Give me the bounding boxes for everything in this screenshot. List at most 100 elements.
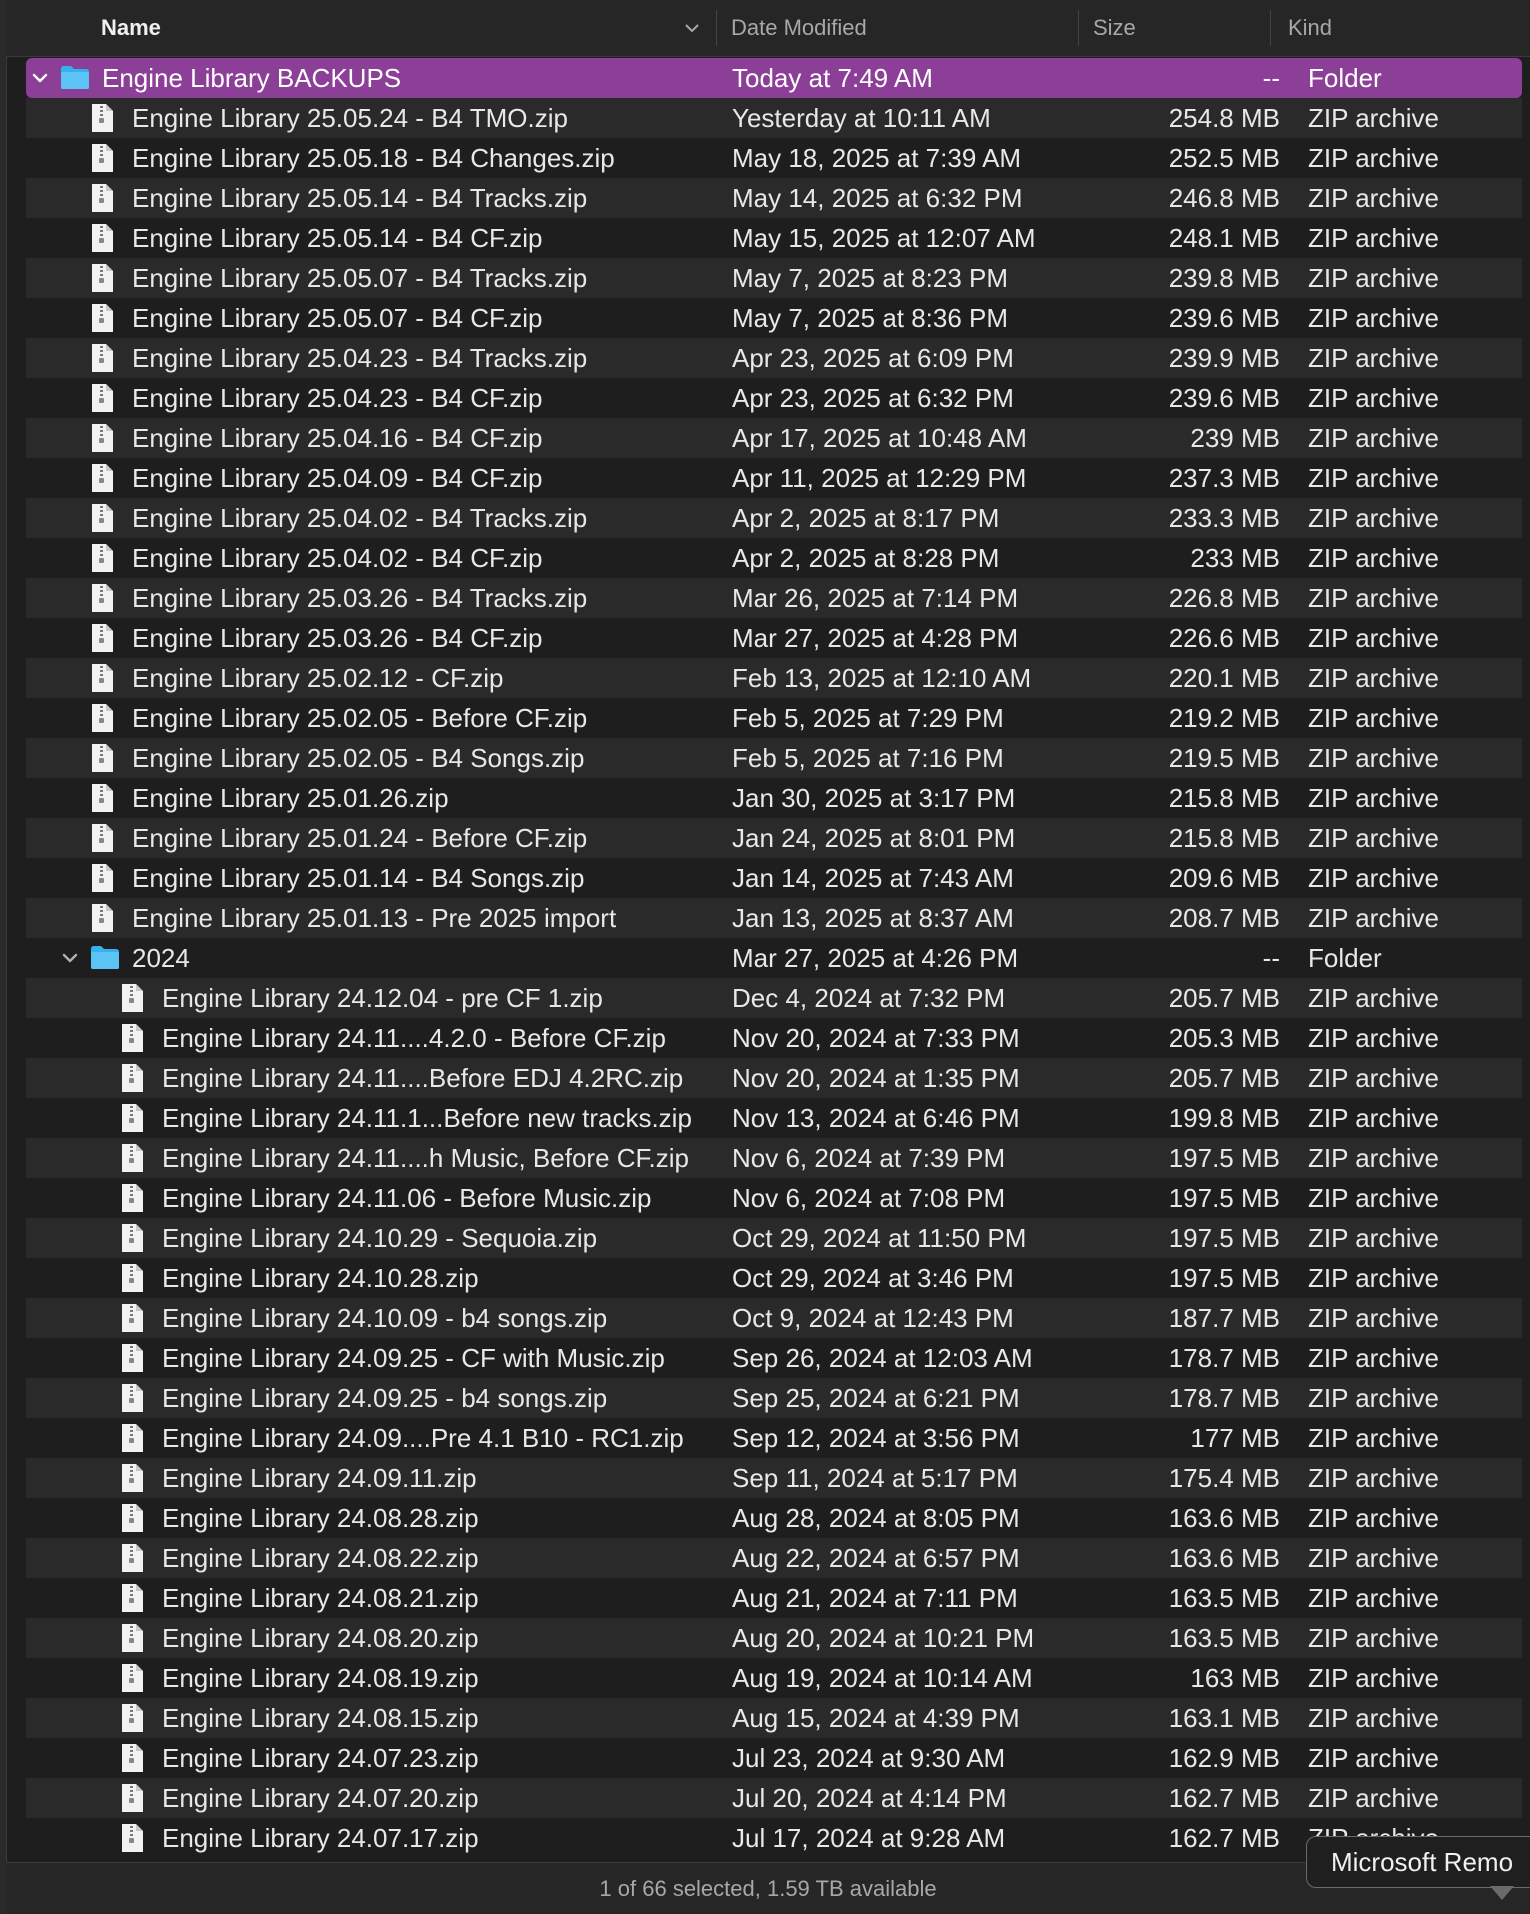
file-row[interactable]: Engine Library 25.01.24 - Before CF.zip J… — [26, 818, 1522, 858]
item-date-modified: Aug 21, 2024 at 7:11 PM — [732, 1583, 1018, 1613]
folder-icon — [91, 946, 119, 969]
file-row[interactable]: Engine Library 24.09.25 - CF with Music.… — [26, 1338, 1522, 1378]
file-row[interactable]: Engine Library 24.10.28.zip Oct 29, 2024 … — [26, 1258, 1522, 1298]
item-size: 163.6 MB — [1168, 1543, 1280, 1573]
item-date-modified: Mar 27, 2025 at 4:28 PM — [732, 623, 1019, 653]
file-row[interactable]: Engine Library 24.07.20.zip Jul 20, 2024 … — [26, 1778, 1522, 1818]
file-row[interactable]: Engine Library 25.02.05 - Before CF.zip F… — [26, 698, 1522, 738]
zip-file-icon — [92, 384, 113, 412]
sort-chevron-down-icon[interactable] — [682, 18, 702, 38]
file-row[interactable]: Engine Library 24.11....Before EDJ 4.2RC… — [26, 1058, 1522, 1098]
zip-file-icon — [122, 1384, 143, 1412]
column-kind-header[interactable]: Kind — [1288, 0, 1332, 56]
file-row[interactable]: Engine Library 24.09.25 - b4 songs.zip Se… — [26, 1378, 1522, 1418]
file-row[interactable]: Engine Library 24.10.29 - Sequoia.zip Oct… — [26, 1218, 1522, 1258]
file-row[interactable]: Engine Library 25.05.14 - B4 Tracks.zip M… — [26, 178, 1522, 218]
file-row[interactable]: Engine Library 25.05.18 - B4 Changes.zip… — [26, 138, 1522, 178]
folder-row[interactable]: 2024 Mar 27, 2025 at 4:26 PM -- Folder — [26, 938, 1522, 978]
item-kind: ZIP archive — [1308, 1143, 1440, 1173]
zip-file-icon — [92, 744, 113, 772]
zip-file-icon — [122, 1304, 143, 1332]
zip-file-icon — [92, 184, 113, 212]
file-row[interactable]: Engine Library 25.02.12 - CF.zip Feb 13, … — [26, 658, 1522, 698]
file-row[interactable]: Engine Library 24.10.09 - b4 songs.zip Oc… — [26, 1298, 1522, 1338]
item-kind: ZIP archive — [1308, 623, 1440, 653]
file-row[interactable]: Engine Library 25.03.26 - B4 Tracks.zip M… — [26, 578, 1522, 618]
file-row[interactable]: Engine Library 25.04.23 - B4 CF.zip Apr 2… — [26, 378, 1522, 418]
file-row[interactable]: Engine Library 25.04.09 - B4 CF.zip Apr 1… — [26, 458, 1522, 498]
disclosure-chevron-down-icon[interactable] — [30, 68, 50, 88]
zip-file-icon — [122, 1184, 143, 1212]
item-kind: ZIP archive — [1308, 783, 1440, 813]
file-row[interactable]: Engine Library 24.11....h Music, Before … — [26, 1138, 1522, 1178]
item-kind: ZIP archive — [1308, 263, 1440, 293]
file-row[interactable]: Engine Library 25.03.26 - B4 CF.zip Mar 2… — [26, 618, 1522, 658]
item-date-modified: Mar 27, 2025 at 4:26 PM — [732, 943, 1019, 973]
item-date-modified: Aug 19, 2024 at 10:14 AM — [732, 1663, 1033, 1693]
file-row[interactable]: Engine Library 25.04.23 - B4 Tracks.zip A… — [26, 338, 1522, 378]
column-separator[interactable] — [1270, 10, 1271, 46]
file-row[interactable]: Engine Library 24.09.11.zip Sep 11, 2024 … — [26, 1458, 1522, 1498]
item-size: 233.3 MB — [1168, 503, 1280, 533]
file-row[interactable]: Engine Library 24.11.1...Before new trac… — [26, 1098, 1522, 1138]
file-row[interactable]: Engine Library 24.12.04 - pre CF 1.zip De… — [26, 978, 1522, 1018]
file-row[interactable]: Engine Library 25.02.05 - B4 Songs.zip Fe… — [26, 738, 1522, 778]
file-row[interactable]: Engine Library 24.08.22.zip Aug 22, 2024 … — [26, 1538, 1522, 1578]
item-size: 163.5 MB — [1168, 1623, 1280, 1653]
file-row[interactable]: Engine Library 25.01.26.zip Jan 30, 2025 … — [26, 778, 1522, 818]
item-size: 197.5 MB — [1168, 1263, 1280, 1293]
zip-file-icon — [122, 1504, 143, 1532]
item-name: Engine Library 25.04.23 - B4 Tracks.zip — [132, 343, 588, 373]
zip-file-icon — [92, 624, 113, 652]
item-kind: ZIP archive — [1308, 1543, 1440, 1573]
zip-file-icon — [92, 864, 113, 892]
item-size: 163.1 MB — [1168, 1703, 1280, 1733]
item-name: Engine Library 25.04.09 - B4 CF.zip — [132, 463, 543, 493]
zip-file-icon — [122, 1664, 143, 1692]
item-date-modified: Aug 28, 2024 at 8:05 PM — [732, 1503, 1020, 1533]
item-kind: ZIP archive — [1308, 423, 1440, 453]
file-row[interactable]: Engine Library 24.07.17.zip Jul 17, 2024 … — [26, 1818, 1522, 1858]
file-row[interactable]: Engine Library 24.08.28.zip Aug 28, 2024 … — [26, 1498, 1522, 1538]
file-row[interactable]: Engine Library 25.01.13 - Pre 2025 impor… — [26, 898, 1522, 938]
zip-file-icon — [92, 264, 113, 292]
item-kind: ZIP archive — [1308, 543, 1440, 573]
file-row[interactable]: Engine Library 24.08.15.zip Aug 15, 2024 … — [26, 1698, 1522, 1738]
file-row[interactable]: Engine Library 25.04.02 - B4 CF.zip Apr 2… — [26, 538, 1522, 578]
file-row[interactable]: Engine Library 24.09....Pre 4.1 B10 - RC… — [26, 1418, 1522, 1458]
file-row[interactable]: Engine Library 24.11.06 - Before Music.z… — [26, 1178, 1522, 1218]
column-name-header[interactable]: Name — [101, 0, 161, 56]
column-date-header[interactable]: Date Modified — [731, 0, 867, 56]
item-kind: ZIP archive — [1308, 1703, 1440, 1733]
item-date-modified: Jan 13, 2025 at 8:37 AM — [732, 903, 1014, 933]
column-separator[interactable] — [1078, 10, 1079, 46]
item-kind: ZIP archive — [1308, 743, 1440, 773]
file-row[interactable]: Engine Library 24.11....4.2.0 - Before C… — [26, 1018, 1522, 1058]
file-row[interactable]: Engine Library 25.05.07 - B4 CF.zip May 7… — [26, 298, 1522, 338]
disclosure-chevron-down-icon[interactable] — [60, 948, 80, 968]
zip-file-icon — [92, 824, 113, 852]
file-row[interactable]: Engine Library 24.08.19.zip Aug 19, 2024 … — [26, 1658, 1522, 1698]
file-row[interactable]: Engine Library 24.08.20.zip Aug 20, 2024 … — [26, 1618, 1522, 1658]
file-row[interactable]: Engine Library 25.04.02 - B4 Tracks.zip A… — [26, 498, 1522, 538]
file-row[interactable]: Engine Library 24.07.23.zip Jul 23, 2024 … — [26, 1738, 1522, 1778]
dock-tooltip-tail — [1490, 1886, 1514, 1900]
item-kind: ZIP archive — [1308, 703, 1440, 733]
file-row[interactable]: Engine Library 24.08.21.zip Aug 21, 2024 … — [26, 1578, 1522, 1618]
folder-row[interactable]: Engine Library BACKUPS Today at 7:49 AM --… — [26, 58, 1522, 98]
item-size: 205.3 MB — [1168, 1023, 1280, 1053]
file-row[interactable]: Engine Library 25.04.16 - B4 CF.zip Apr 1… — [26, 418, 1522, 458]
item-date-modified: Sep 25, 2024 at 6:21 PM — [732, 1383, 1020, 1413]
item-size: 162.7 MB — [1168, 1823, 1280, 1853]
item-kind: ZIP archive — [1308, 983, 1440, 1013]
file-row[interactable]: Engine Library 25.01.14 - B4 Songs.zip Ja… — [26, 858, 1522, 898]
item-size: -- — [1262, 943, 1280, 973]
item-size: 178.7 MB — [1168, 1343, 1280, 1373]
column-separator[interactable] — [716, 10, 717, 46]
item-date-modified: May 18, 2025 at 7:39 AM — [732, 143, 1022, 173]
folder-icon — [61, 66, 89, 89]
file-row[interactable]: Engine Library 25.05.07 - B4 Tracks.zip M… — [26, 258, 1522, 298]
column-size-header[interactable]: Size — [1093, 0, 1136, 56]
file-row[interactable]: Engine Library 25.05.24 - B4 TMO.zip Yest… — [26, 98, 1522, 138]
file-row[interactable]: Engine Library 25.05.14 - B4 CF.zip May 1… — [26, 218, 1522, 258]
